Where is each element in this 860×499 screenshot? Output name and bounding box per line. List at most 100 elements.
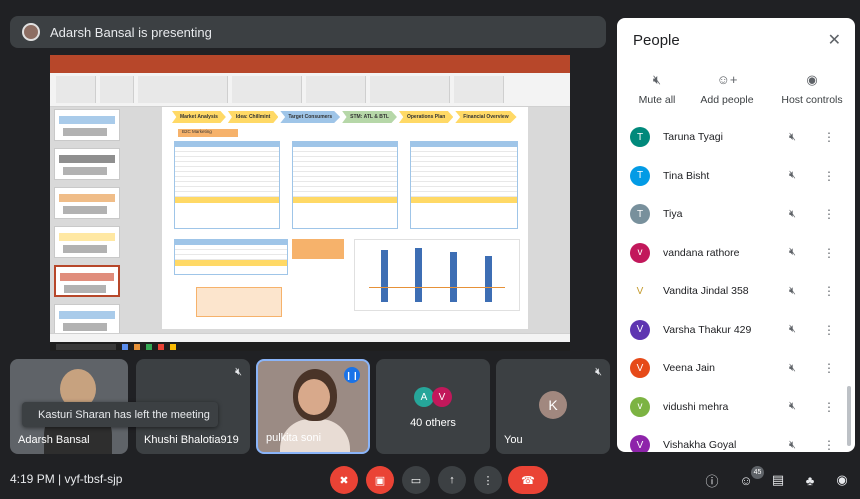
more-vert-icon[interactable]: ⋮ <box>823 400 835 414</box>
participant-tile-you[interactable]: 🔇︎ K You <box>496 359 610 454</box>
presenter-avatar <box>22 23 40 41</box>
captions-button[interactable]: ▭ <box>402 466 430 494</box>
avatar: A <box>414 387 434 407</box>
participant-name: Vishakha Goyal <box>663 439 737 452</box>
camera-toggle-button[interactable]: ▣ <box>366 466 394 494</box>
host-controls-button[interactable]: ◉ Host controls <box>767 72 855 106</box>
mic-toggle-button[interactable]: ✖ <box>330 466 358 494</box>
slide-thumb <box>54 109 120 141</box>
ppt-ribbon <box>50 73 570 107</box>
add-people-button[interactable]: ☺+ Add people <box>687 72 767 106</box>
close-icon[interactable]: ✕ <box>828 30 841 50</box>
avatar: V <box>630 281 650 302</box>
participant-name: Vandita Jindal 358 <box>663 285 749 298</box>
participant-row[interactable]: T Taruna Tyagi 🔇︎ ⋮ <box>617 118 855 157</box>
mic-off-icon[interactable]: 🔇︎ <box>789 400 796 413</box>
slide-tag: B2C Marketing <box>178 129 238 137</box>
chevron: Financial Overview <box>455 111 517 123</box>
ppt-title-bar <box>50 55 570 65</box>
current-slide: Market Analysis Idea: Chillmint Target C… <box>162 107 528 329</box>
chat-icon: ▤ <box>771 472 785 487</box>
mic-off-icon[interactable]: 🔇︎ <box>789 285 796 298</box>
mic-off-icon[interactable]: 🔇︎ <box>789 323 796 336</box>
more-vert-icon[interactable]: ⋮ <box>823 361 835 375</box>
avatar: v <box>630 242 650 263</box>
bottom-control-bar: 4:19 PM | vyf-tbsf-sjp ✖ ▣ ▭ ↑ ⋮ ☎ ⓘ ☺ 4… <box>0 460 860 499</box>
leave-call-button[interactable]: ☎ <box>508 466 548 494</box>
chevron: STM: ATL & BTL <box>342 111 397 123</box>
presenter-text: Adarsh Bansal is presenting <box>50 24 212 40</box>
present-button[interactable]: ↑ <box>438 466 466 494</box>
participant-name: Tina Bisht <box>663 169 710 182</box>
participant-row[interactable]: v vidushi mehra 🔇︎ ⋮ <box>617 388 855 427</box>
chart-bar <box>381 250 388 302</box>
avatar: V <box>630 435 650 452</box>
chat-button[interactable]: ▤ <box>768 470 788 490</box>
ppt-ribbon-tabs <box>50 65 570 73</box>
host-controls-button[interactable]: ◉ <box>832 470 852 490</box>
panel-title: People <box>633 32 680 49</box>
more-vert-icon[interactable]: ⋮ <box>823 169 835 183</box>
meeting-details-button[interactable]: ⓘ <box>702 470 722 490</box>
people-button[interactable]: ☺ 45 <box>736 466 764 490</box>
participant-name: vandana rathore <box>663 246 740 259</box>
toggle-icon: ◉ <box>806 72 818 87</box>
more-vert-icon[interactable]: ⋮ <box>823 323 835 337</box>
notification-toast: Kasturi Sharan has left the meeting <box>22 402 218 427</box>
more-vert-icon[interactable]: ⋮ <box>823 130 835 144</box>
participant-name: Adarsh Bansal <box>18 434 90 446</box>
mic-off-icon[interactable]: 🔇︎ <box>789 246 796 259</box>
presenter-banner: Adarsh Bansal is presenting <box>10 16 606 48</box>
participant-count-badge: 45 <box>751 466 764 479</box>
activities-icon: ♣ <box>805 472 815 488</box>
more-vert-icon[interactable]: ⋮ <box>823 284 835 298</box>
action-label: Host controls <box>781 94 843 106</box>
more-vert-icon[interactable]: ⋮ <box>823 246 835 260</box>
avatar: V <box>432 387 452 407</box>
mic-off-icon[interactable]: 🔇︎ <box>789 208 796 221</box>
mic-off-icon[interactable]: 🔇︎ <box>789 439 796 452</box>
people-panel: People ✕ 🔇︎ Mute all ☺+ Add people ◉ Hos… <box>617 18 855 452</box>
more-vert-icon[interactable]: ⋮ <box>823 207 835 221</box>
meeting-info: 4:19 PM | vyf-tbsf-sjp <box>10 472 123 486</box>
slide-chevrons: Market Analysis Idea: Chillmint Target C… <box>172 111 517 123</box>
participant-row[interactable]: V Vandita Jindal 358 🔇︎ ⋮ <box>617 272 855 311</box>
participant-name: pulkita soni <box>266 432 322 444</box>
more-options-button[interactable]: ⋮ <box>474 466 502 494</box>
mic-off-icon[interactable]: 🔇︎ <box>789 362 796 375</box>
participant-row[interactable]: T Tiya 🔇︎ ⋮ <box>617 195 855 234</box>
mic-off-icon[interactable]: 🔇︎ <box>789 169 796 182</box>
mic-off-icon[interactable]: 🔇︎ <box>789 131 796 144</box>
shield-icon: ◉ <box>836 472 848 487</box>
slide-note <box>196 287 282 317</box>
avatar: V <box>630 319 650 340</box>
slide-table <box>174 141 280 229</box>
slide-table <box>292 141 398 229</box>
chevron: Idea: Chillmint <box>227 111 279 123</box>
participant-row[interactable]: v vandana rathore 🔇︎ ⋮ <box>617 234 855 273</box>
chevron: Target Consumers <box>280 111 341 123</box>
slide-thumb <box>54 187 120 219</box>
participant-row[interactable]: V Vishakha Goyal 🔇︎ ⋮ <box>617 426 855 452</box>
more-vert-icon[interactable]: ⋮ <box>823 438 835 452</box>
participant-name: Tiya <box>663 208 683 221</box>
chevron: Operations Plan <box>398 111 454 123</box>
slide-thumb <box>54 226 120 258</box>
mic-off-icon: ✖ <box>339 474 349 487</box>
slide-callout <box>292 239 344 259</box>
chart-bar <box>450 252 457 302</box>
chevron: Market Analysis <box>172 111 226 123</box>
mute-all-button[interactable]: 🔇︎ Mute all <box>617 72 697 106</box>
participant-row[interactable]: V Varsha Thakur 429 🔇︎ ⋮ <box>617 311 855 350</box>
participant-row[interactable]: T Tina Bisht 🔇︎ ⋮ <box>617 157 855 196</box>
action-label: Add people <box>700 94 754 106</box>
participant-row[interactable]: V Veena Jain 🔇︎ ⋮ <box>617 349 855 388</box>
participant-tile-pulkita[interactable]: ❙❙ pulkita soni <box>256 359 370 454</box>
avatar: v <box>630 396 650 417</box>
activities-button[interactable]: ♣ <box>800 470 820 490</box>
avatar: T <box>630 204 650 225</box>
present-icon: ↑ <box>449 474 455 486</box>
scrollbar[interactable] <box>847 386 851 446</box>
chart-bar <box>485 256 492 302</box>
participant-tile-others[interactable]: A V 40 others <box>376 359 490 454</box>
